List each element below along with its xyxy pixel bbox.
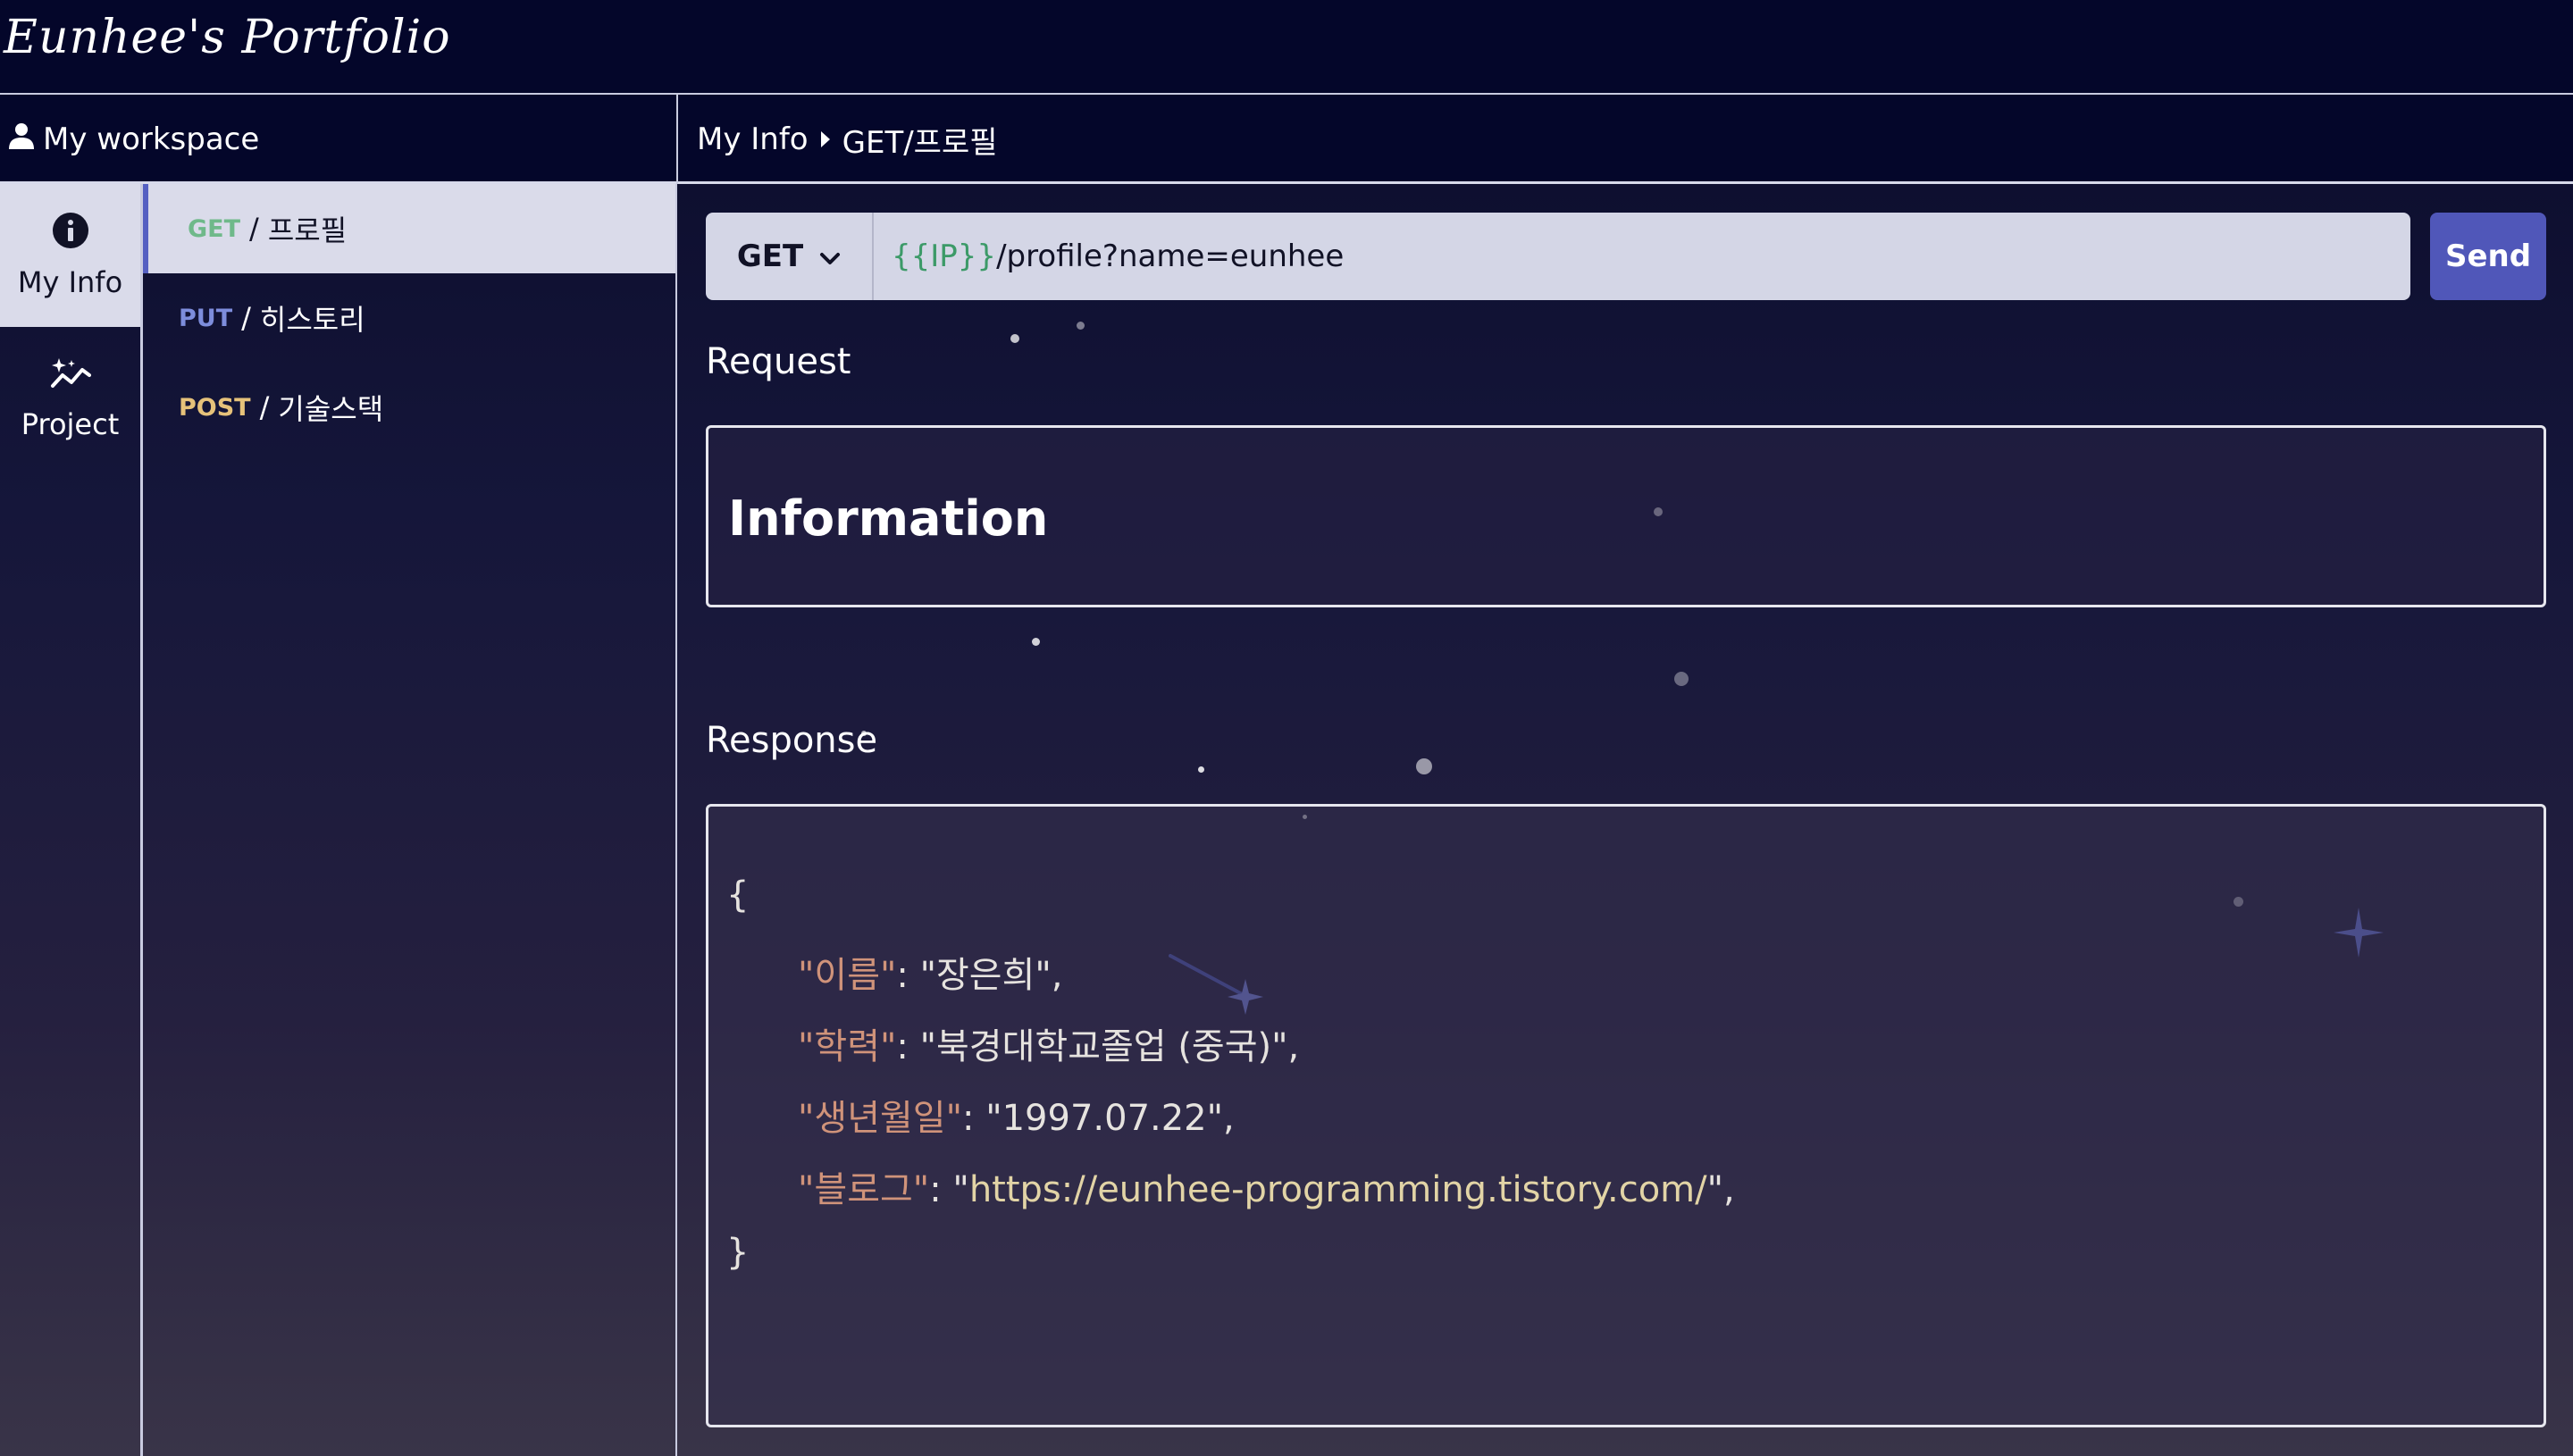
endpoint-name: 히스토리 bbox=[259, 303, 365, 337]
breadcrumb-current: GET/프로필 bbox=[842, 124, 998, 161]
json-value: "장은희", bbox=[919, 955, 1063, 996]
star-decoration bbox=[1674, 672, 1689, 686]
json-colon: : bbox=[896, 1026, 920, 1067]
info-circle-icon bbox=[52, 212, 89, 256]
method-badge: POST bbox=[179, 393, 251, 422]
breadcrumb: My Info GET/프로필 bbox=[697, 120, 998, 161]
json-colon: : bbox=[929, 1169, 953, 1210]
json-open-brace: { bbox=[726, 874, 750, 916]
panel-divider bbox=[676, 95, 678, 184]
workspace-label: My workspace bbox=[43, 121, 260, 157]
json-close-brace: } bbox=[726, 1232, 750, 1273]
endpoint-name: 기술스택 bbox=[278, 392, 384, 426]
json-colon: : bbox=[896, 955, 920, 996]
endpoint-post-tech-stack[interactable]: POST / 기술스택 bbox=[143, 363, 675, 452]
json-field-blog: "블로그": "https://eunhee-programming.tisto… bbox=[798, 1160, 1735, 1212]
star-decoration bbox=[1416, 758, 1432, 774]
json-key: "이름" bbox=[798, 955, 897, 996]
method-badge: GET bbox=[188, 214, 241, 243]
star-decoration bbox=[1077, 322, 1085, 330]
user-icon bbox=[7, 121, 36, 158]
json-key: "생년월일" bbox=[798, 1098, 962, 1139]
star-decoration bbox=[1010, 334, 1019, 343]
top-bar: Eunhee's Portfolio bbox=[0, 0, 2573, 95]
icon-rail: My Info Project bbox=[0, 184, 143, 1456]
endpoint-list: GET / 프로필 PUT / 히스토리 POST / 기술스택 bbox=[143, 184, 677, 1456]
star-decoration bbox=[1198, 766, 1204, 773]
endpoint-get-profile[interactable]: GET / 프로필 bbox=[143, 184, 675, 273]
caret-right-icon bbox=[820, 131, 830, 147]
rail-item-label: My Info bbox=[17, 265, 123, 299]
request-label: Request bbox=[706, 341, 851, 382]
method-badge: PUT bbox=[179, 304, 233, 332]
url-input[interactable]: {{IP}} /profile?name=eunhee bbox=[872, 213, 2410, 300]
chevron-down-icon bbox=[819, 238, 841, 274]
workspace-header: My workspace My Info GET/프로필 bbox=[0, 95, 2573, 184]
endpoint-separator: / bbox=[259, 390, 270, 424]
request-title: Information bbox=[728, 490, 1049, 547]
portfolio-logo[interactable]: Eunhee's Portfolio bbox=[4, 11, 451, 64]
endpoint-name: 프로필 bbox=[267, 213, 348, 247]
endpoint-separator: / bbox=[249, 212, 259, 246]
rail-item-project[interactable]: Project bbox=[0, 327, 140, 470]
json-key: "학력" bbox=[798, 1026, 897, 1067]
sparkle-chart-icon bbox=[50, 356, 91, 398]
request-panel: Information bbox=[706, 425, 2546, 607]
blog-link[interactable]: https://eunhee-programming.tistory.com/ bbox=[969, 1169, 1707, 1210]
method-select[interactable]: GET bbox=[706, 213, 872, 300]
workspace-title[interactable]: My workspace bbox=[7, 120, 259, 159]
json-value: "1997.07.22", bbox=[985, 1098, 1235, 1139]
json-value: "북경대학교졸업 (중국)", bbox=[919, 1026, 1300, 1067]
url-path: /profile?name=eunhee bbox=[996, 238, 1345, 274]
send-button[interactable]: Send bbox=[2430, 213, 2546, 300]
json-field-education: "학력": "북경대학교졸업 (중국)", bbox=[798, 1017, 1299, 1069]
json-value-suffix: ", bbox=[1706, 1169, 1735, 1210]
star-decoration bbox=[1032, 638, 1040, 646]
json-field-birthdate: "생년월일": "1997.07.22", bbox=[798, 1089, 1235, 1141]
method-select-value: GET bbox=[736, 238, 804, 274]
json-field-name: "이름": "장은희", bbox=[798, 946, 1063, 998]
rail-item-label: Project bbox=[21, 407, 120, 441]
endpoint-separator: / bbox=[241, 301, 251, 335]
response-panel: { "이름": "장은희", "학력": "북경대학교졸업 (중국)", "생년… bbox=[706, 804, 2546, 1427]
json-key: "블로그" bbox=[798, 1169, 930, 1210]
json-value-prefix: " bbox=[952, 1169, 969, 1210]
rail-item-my-info[interactable]: My Info bbox=[0, 184, 140, 327]
url-variable: {{IP}} bbox=[892, 238, 997, 274]
json-colon: : bbox=[962, 1098, 986, 1139]
breadcrumb-parent[interactable]: My Info bbox=[697, 121, 809, 157]
endpoint-put-history[interactable]: PUT / 히스토리 bbox=[143, 273, 675, 363]
response-label: Response bbox=[706, 720, 878, 761]
